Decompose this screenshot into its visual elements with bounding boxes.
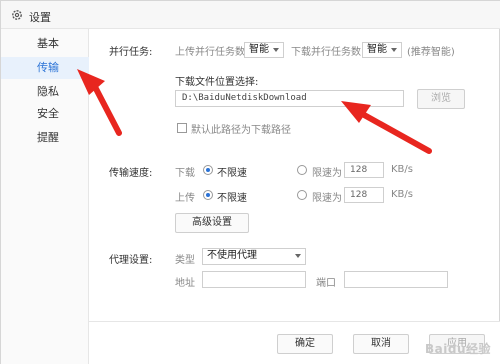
chevron-down-icon [391, 48, 397, 52]
download-unlimited-radio[interactable] [203, 165, 213, 175]
arrow-to-download-path [341, 101, 432, 154]
download-parallel-label: 下载并行任务数 [291, 47, 361, 58]
proxy-port-input[interactable] [344, 271, 448, 288]
speed-upload-label: 上传 [175, 193, 195, 204]
gear-icon [11, 9, 23, 21]
sidebar-item-reminders[interactable]: 提醒 [1, 127, 89, 149]
ok-button[interactable]: 确定 [277, 334, 333, 354]
upload-parallel-value: 智能 [249, 44, 269, 55]
download-parallel-value: 智能 [367, 44, 387, 55]
proxy-type-select[interactable]: 不使用代理 [202, 248, 306, 265]
proxy-port-label: 端口 [316, 278, 336, 289]
proxy-type-value: 不使用代理 [207, 250, 257, 261]
proxy-type-label: 类型 [175, 255, 195, 266]
upload-parallel-select[interactable]: 智能 [244, 42, 284, 58]
sidebar-item-security[interactable]: 安全 [1, 103, 89, 125]
proxy-address-input[interactable] [202, 271, 306, 288]
default-path-label: 默认此路径为下载路径 [191, 125, 291, 136]
parallel-section-label: 并行任务: [109, 47, 153, 58]
window-title: 设置 [29, 11, 51, 24]
parallel-hint: (推荐智能) [407, 47, 455, 58]
proxy-section-label: 代理设置: [109, 255, 153, 266]
settings-window: 设置 基本 传输 隐私 安全 提醒 并行任务: 上传并行任务数 智能 下载并行任… [0, 0, 500, 364]
download-parallel-select[interactable]: 智能 [362, 42, 402, 58]
upload-limit-label: 限速为 [312, 193, 342, 204]
download-limit-input[interactable]: 128 [344, 162, 384, 178]
upload-unlimited-label: 不限速 [217, 193, 247, 204]
upload-limit-unit: KB/s [391, 189, 413, 200]
cancel-button[interactable]: 取消 [353, 334, 409, 354]
chevron-down-icon [295, 254, 301, 258]
upload-limit-input[interactable]: 128 [344, 187, 384, 203]
default-path-checkbox[interactable] [177, 123, 187, 133]
advanced-settings-button[interactable]: 高级设置 [175, 213, 249, 233]
speed-section-label: 传输速度: [109, 168, 153, 179]
speed-download-label: 下载 [175, 168, 195, 179]
download-path-input[interactable]: D:\BaiduNetdiskDownload [175, 90, 404, 107]
upload-parallel-label: 上传并行任务数 [175, 47, 245, 58]
title-bar: 设置 [1, 1, 500, 29]
upload-unlimited-radio[interactable] [203, 190, 213, 200]
sidebar: 基本 传输 隐私 安全 提醒 [1, 29, 89, 364]
chevron-down-icon [273, 48, 279, 52]
sidebar-item-transfer[interactable]: 传输 [1, 57, 89, 79]
proxy-address-label: 地址 [175, 278, 195, 289]
download-unlimited-label: 不限速 [217, 168, 247, 179]
sidebar-item-basic[interactable]: 基本 [1, 33, 89, 55]
upload-limit-radio[interactable] [297, 190, 307, 200]
watermark: Baidu经验 [425, 342, 491, 356]
download-limit-unit: KB/s [391, 164, 413, 175]
browse-button[interactable]: 浏览 [417, 89, 465, 109]
download-path-label: 下载文件位置选择: [175, 77, 259, 88]
sidebar-item-privacy[interactable]: 隐私 [1, 81, 89, 103]
download-limit-radio[interactable] [297, 165, 307, 175]
download-limit-label: 限速为 [312, 168, 342, 179]
